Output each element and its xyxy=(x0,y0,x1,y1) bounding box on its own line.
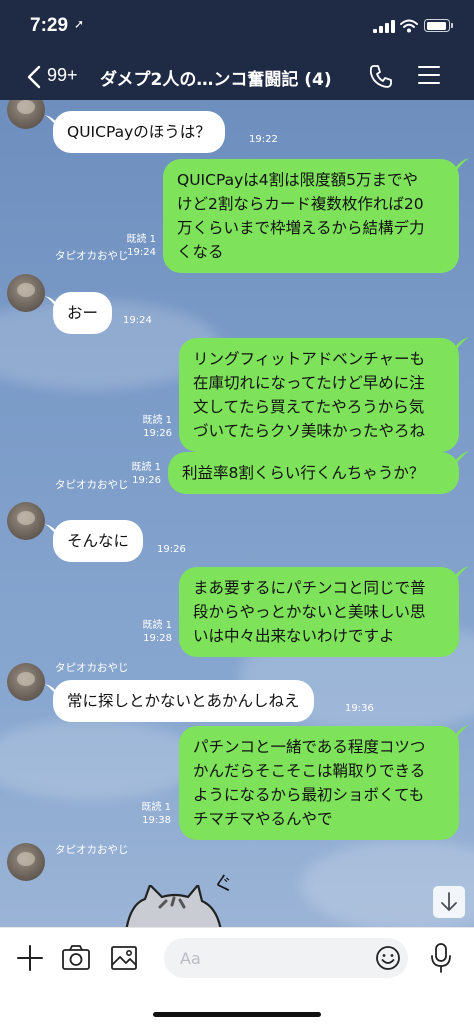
avatar[interactable] xyxy=(7,663,45,701)
outgoing-message[interactable]: QUICPayは4割は限度額5万までや けど2割ならカード複数枚作れば20 万く… xyxy=(163,159,459,273)
phone-call-icon[interactable] xyxy=(368,63,394,89)
sender-name: タピオカおやじ xyxy=(55,250,129,262)
message-time: 19:22 xyxy=(249,134,278,145)
message-time: 19:36 xyxy=(345,703,374,714)
read-receipt: 既読 1 xyxy=(141,802,171,813)
menu-icon[interactable] xyxy=(418,66,440,84)
status-bar: 7:29 ➚ xyxy=(0,0,474,52)
read-receipt: 既読 1 xyxy=(142,620,172,631)
avatar[interactable] xyxy=(7,843,45,881)
incoming-message[interactable]: QUICPayのほうは？ xyxy=(53,111,225,153)
message-meta: 既読 1 19:26 xyxy=(127,414,172,440)
back-chevron-icon[interactable] xyxy=(24,64,44,90)
microphone-icon[interactable] xyxy=(430,942,452,974)
camera-icon[interactable] xyxy=(61,944,91,972)
message-time: 19:28 xyxy=(143,633,172,644)
image-icon[interactable] xyxy=(110,944,138,972)
plus-icon[interactable] xyxy=(16,944,44,972)
emoji-icon[interactable] xyxy=(375,945,401,971)
incoming-message[interactable]: おー xyxy=(53,292,113,334)
outgoing-message[interactable]: 利益率8割くらい行くんちゃうか？ xyxy=(168,452,459,494)
chat-title: ダメプ2人の…ンコ奮闘記 (4) xyxy=(100,70,332,90)
location-arrow-icon: ➚ xyxy=(74,17,85,31)
message-time: 19:26 xyxy=(157,544,186,555)
avatar[interactable] xyxy=(7,502,45,540)
avatar[interactable] xyxy=(7,274,45,312)
wifi-icon xyxy=(400,19,418,33)
read-receipt: 既読 1 xyxy=(126,234,156,245)
scroll-down-button[interactable] xyxy=(433,886,465,918)
incoming-message[interactable]: そんなに xyxy=(53,520,144,562)
cellular-signal-icon xyxy=(373,20,395,33)
read-receipt: 既読 1 xyxy=(131,462,161,473)
outgoing-message[interactable]: リングフィットアドベンチャーも 在庫切れになってたけど早めに注 文してたら買えて… xyxy=(179,338,459,452)
battery-icon xyxy=(424,19,450,32)
home-indicator xyxy=(153,1012,321,1017)
sender-name: タピオカおやじ xyxy=(55,662,129,674)
message-time: 19:38 xyxy=(142,815,171,826)
message-input[interactable] xyxy=(164,938,408,978)
message-time: 19:26 xyxy=(143,428,172,439)
message-meta: 既読 1 19:38 xyxy=(126,801,171,827)
sender-name: タピオカおやじ xyxy=(55,844,129,856)
message-composer xyxy=(0,927,474,1024)
read-receipt: 既読 1 xyxy=(142,415,172,426)
avatar[interactable] xyxy=(7,100,45,129)
sender-name: タピオカおやじ xyxy=(55,479,129,491)
chat-area[interactable]: QUICPayのほうは？ 19:22 QUICPayは4割は限度額5万までや け… xyxy=(0,100,474,927)
chat-header: 99+ ダメプ2人の…ンコ奮闘記 (4) xyxy=(0,52,474,100)
message-meta: 既読 1 19:28 xyxy=(127,619,172,645)
incoming-message[interactable]: 常に探しとかないとあかんしねえ xyxy=(53,680,314,722)
outgoing-message[interactable]: まあ要するにパチンコと同じで普 段からやっとかないと美味しい思 いは中々出来ない… xyxy=(179,567,459,657)
outgoing-message[interactable]: パチンコと一緒である程度コツつ かんだらそこそこは鞘取りできる ようになるから最… xyxy=(179,726,459,840)
status-time: 7:29 xyxy=(30,15,69,36)
unread-count[interactable]: 99+ xyxy=(47,65,78,86)
message-time: 19:24 xyxy=(123,315,152,326)
